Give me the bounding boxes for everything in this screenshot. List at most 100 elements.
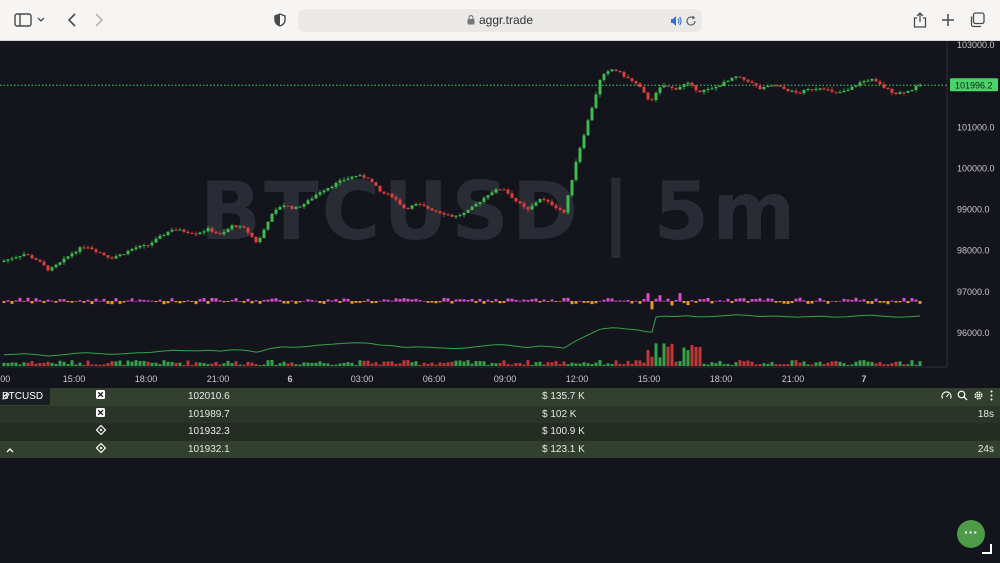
volume-bar — [334, 364, 338, 366]
candle-body — [818, 88, 822, 90]
chevron-up-icon[interactable] — [6, 445, 14, 456]
candle-body — [462, 212, 466, 216]
volume-delta-bar — [682, 301, 686, 304]
shield-icon[interactable] — [269, 9, 291, 31]
volume-bar — [918, 361, 922, 366]
volume-bar — [798, 362, 802, 366]
volume-delta-bar — [806, 301, 810, 304]
volume-delta-bar — [134, 300, 138, 302]
candle-body — [918, 85, 922, 87]
volume-delta-bar — [398, 298, 402, 302]
volume-bar — [170, 362, 174, 366]
candle-body — [874, 78, 878, 82]
volume-bar — [326, 363, 330, 366]
volume-bar — [550, 362, 554, 366]
volume-bar — [554, 360, 558, 366]
new-tab-icon[interactable] — [937, 9, 959, 31]
price-axis-label: 103000.0 — [957, 41, 995, 50]
trade-age: 24s — [977, 443, 994, 455]
volume-bar — [258, 364, 262, 366]
volume-delta-bar — [198, 299, 202, 302]
candle-body — [606, 71, 610, 74]
volume-delta-bar — [382, 299, 386, 302]
candle-body — [790, 90, 794, 92]
volume-bar — [106, 362, 110, 366]
volume-bar — [134, 360, 138, 366]
more-vertical-icon[interactable] — [989, 390, 994, 401]
volume-bar — [446, 362, 450, 366]
volume-bar — [694, 346, 698, 366]
trade-row[interactable]: 101989.7 $ 102 K 18s — [0, 405, 1000, 423]
candle-body — [158, 235, 162, 239]
symbol-label[interactable]: BTCUSD — [0, 388, 50, 405]
candle-body — [574, 162, 578, 180]
volume-bar — [346, 362, 350, 366]
candle-body — [526, 206, 530, 210]
gear-icon[interactable] — [973, 390, 984, 401]
volume-bar — [662, 343, 666, 366]
address-bar[interactable]: aggr.trade — [298, 9, 702, 32]
time-axis-label: 7 — [861, 374, 866, 384]
candle-body — [658, 87, 662, 93]
volume-delta-bar — [474, 301, 478, 304]
volume-delta-bar — [574, 301, 578, 304]
trade-row[interactable]: 101932.1 $ 123.1 K 24s — [0, 440, 1000, 458]
candle-body — [170, 229, 174, 232]
volume-bar — [686, 350, 690, 366]
candle-body — [822, 88, 826, 90]
candle-body — [886, 88, 890, 90]
search-icon[interactable] — [957, 390, 968, 401]
volume-bar — [834, 361, 838, 366]
volume-delta-bar — [850, 299, 854, 302]
reload-icon[interactable] — [685, 14, 697, 32]
volume-delta-bar — [390, 300, 394, 302]
forward-icon[interactable] — [88, 9, 110, 31]
volume-delta-bar — [186, 300, 190, 302]
speaker-icon[interactable] — [670, 14, 682, 32]
sidebar-toggle-icon[interactable] — [12, 9, 34, 31]
resize-handle-icon[interactable] — [980, 541, 992, 554]
trade-row[interactable]: 101932.3 $ 100.9 K — [0, 423, 1000, 441]
volume-delta-bar — [222, 301, 226, 303]
candle-body — [458, 215, 462, 217]
volume-bar — [146, 361, 150, 366]
volume-bar — [154, 362, 158, 366]
volume-bar — [398, 363, 402, 366]
chart-pane[interactable]: BTCUSD|5m 103000.0102000.0101000.0100000… — [0, 41, 1000, 388]
chevron-down-icon[interactable] — [34, 9, 48, 31]
volume-bar — [174, 362, 178, 366]
volume-bar — [802, 361, 806, 366]
volume-delta-bar — [830, 300, 834, 302]
volume-delta-bar — [182, 301, 186, 303]
back-icon[interactable] — [61, 9, 83, 31]
volume-bar — [790, 360, 794, 366]
volume-bar — [238, 364, 242, 366]
volume-bar — [158, 364, 162, 366]
trade-row[interactable]: BTCUSD 102010.6 $ 135.7 K — [0, 388, 1000, 406]
time-axis-label: 15:00 — [63, 374, 86, 384]
volume-bar — [430, 362, 434, 366]
candle-body — [26, 254, 30, 256]
tab-overview-icon[interactable] — [966, 9, 988, 31]
volume-bar — [810, 364, 814, 366]
volume-bar — [750, 361, 754, 366]
volume-delta-bar — [570, 301, 574, 305]
price-chart[interactable]: 103000.0102000.0101000.0100000.099000.09… — [0, 41, 1000, 388]
volume-delta-bar — [582, 301, 586, 303]
trade-age: 18s — [977, 408, 994, 420]
volume-delta-bar — [770, 298, 774, 302]
candle-body — [870, 78, 874, 81]
gauge-icon[interactable] — [941, 390, 952, 401]
volume-delta-bar — [370, 301, 374, 304]
candle-body — [770, 85, 774, 87]
trades-panel[interactable]: BTCUSD 102010.6 $ 135.7 K 101989.7 $ 102… — [0, 388, 1000, 458]
volume-bar — [914, 364, 918, 366]
volume-delta-bar — [874, 298, 878, 302]
volume-bar — [202, 363, 206, 366]
volume-bar — [838, 361, 842, 366]
volume-bar — [142, 360, 146, 366]
volume-delta-bar — [126, 300, 130, 302]
share-icon[interactable] — [909, 9, 931, 31]
candle-body — [510, 193, 514, 198]
volume-bar — [390, 361, 394, 366]
